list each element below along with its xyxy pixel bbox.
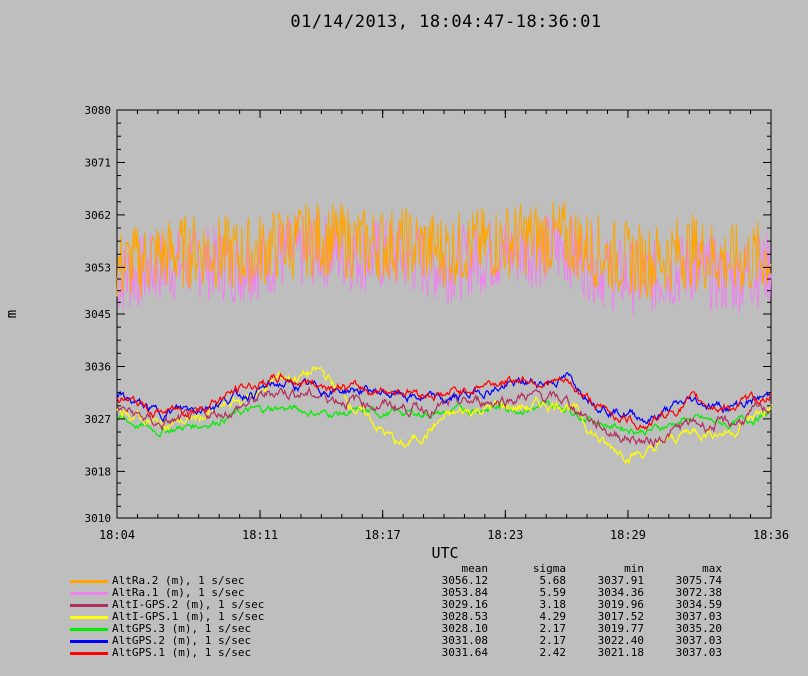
x-tick-label: 18:36: [753, 528, 789, 542]
x-tick-label: 18:11: [242, 528, 278, 542]
y-tick-label: 3010: [85, 512, 112, 525]
legend-color-line: [70, 639, 108, 643]
y-tick-label: 3071: [85, 156, 112, 169]
legend-min: 3021.18: [597, 646, 644, 659]
legend-swatch: [70, 611, 112, 623]
legend-color-line: [70, 591, 108, 595]
y-axis-label: m: [4, 310, 20, 318]
legend-swatch: [70, 575, 112, 587]
y-tick-label: 3045: [85, 308, 112, 321]
legend-swatch: [70, 623, 112, 635]
y-tick-label: 3062: [85, 209, 112, 222]
y-tick-label: 3053: [85, 261, 112, 274]
legend-row: AltGPS.1 (m), 1 s/sec 3031.64 2.42 3021.18 3…: [70, 647, 722, 659]
legend-color-line: [70, 615, 108, 619]
y-tick-label: 3036: [85, 360, 112, 373]
legend-swatch: [70, 587, 112, 599]
legend-swatch: [70, 635, 112, 647]
x-tick-label: 18:23: [487, 528, 523, 542]
chart-plot: 3010 3018 3027 3036 3045 3053 3062 3071 3080 18:0…: [4, 104, 789, 560]
plot-frame: [116, 109, 772, 519]
legend-color-line: [70, 603, 108, 607]
x-axis-label: UTC: [431, 544, 458, 560]
y-tick-label: 3027: [85, 413, 112, 426]
legend-sigma: 2.42: [539, 646, 567, 659]
x-tick-label: 18:29: [610, 528, 646, 542]
legend-color-line: [70, 627, 108, 631]
legend-color-line: [70, 579, 108, 583]
legend-table: mean sigma min max AltRa.2 (m), 1 s/sec 3…: [70, 563, 722, 659]
legend-color-line: [70, 651, 108, 655]
y-tick-label: 3080: [85, 104, 112, 117]
legend-mean: 3031.64: [441, 646, 488, 659]
legend-swatch: [70, 599, 112, 611]
legend-series-name: AltGPS.1 (m), 1 s/sec: [112, 646, 252, 659]
x-tick-label: 18:17: [365, 528, 401, 542]
legend-max: 3037.03: [675, 646, 722, 659]
legend-swatch: [70, 647, 112, 659]
x-tick-label: 18:04: [99, 528, 135, 542]
y-tick-label: 3018: [85, 465, 112, 478]
